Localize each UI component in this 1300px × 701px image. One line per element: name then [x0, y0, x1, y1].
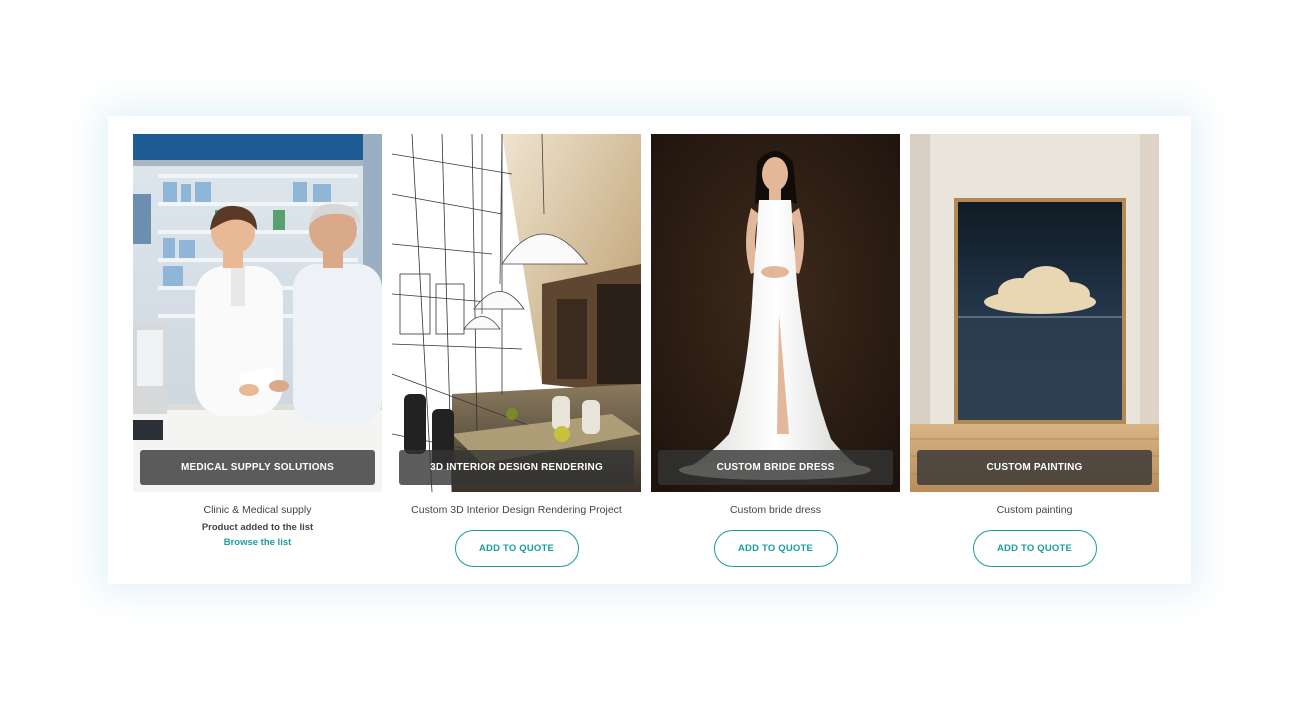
product-category-label: 3D INTERIOR DESIGN RENDERING [399, 450, 634, 485]
product-card-bride-dress: CUSTOM BRIDE DRESS Custom bride dress AD… [651, 134, 900, 567]
pharmacy-photo [133, 134, 382, 492]
product-grid-panel: MEDICAL SUPPLY SOLUTIONS Clinic & Medica… [108, 116, 1191, 584]
product-category-label: CUSTOM BRIDE DRESS [658, 450, 893, 485]
add-to-quote-button[interactable]: ADD TO QUOTE [713, 530, 838, 567]
added-to-list-notice: Product added to the list [201, 522, 314, 533]
add-to-quote-button[interactable]: ADD TO QUOTE [454, 530, 579, 567]
product-title[interactable]: Custom painting [910, 504, 1159, 516]
product-category-label: MEDICAL SUPPLY SOLUTIONS [140, 450, 375, 485]
product-title[interactable]: Custom bride dress [651, 504, 900, 516]
product-image-link[interactable]: CUSTOM PAINTING [910, 134, 1159, 492]
product-image-link[interactable]: 3D INTERIOR DESIGN RENDERING [392, 134, 641, 492]
product-title[interactable]: Clinic & Medical supply [133, 504, 382, 516]
add-to-quote-button[interactable]: ADD TO QUOTE [972, 530, 1097, 567]
product-category-label: CUSTOM PAINTING [917, 450, 1152, 485]
product-image-link[interactable]: MEDICAL SUPPLY SOLUTIONS [133, 134, 382, 492]
product-card-medical-supply: MEDICAL SUPPLY SOLUTIONS Clinic & Medica… [133, 134, 382, 548]
bride-dress-photo [651, 134, 900, 492]
page: MEDICAL SUPPLY SOLUTIONS Clinic & Medica… [0, 0, 1300, 701]
browse-list-link[interactable]: Browse the list [133, 537, 382, 548]
framed-painting-photo [910, 134, 1159, 492]
product-card-custom-painting: CUSTOM PAINTING Custom painting ADD TO Q… [910, 134, 1159, 567]
interior-render-photo [392, 134, 641, 492]
product-card-interior-rendering: 3D INTERIOR DESIGN RENDERING Custom 3D I… [392, 134, 641, 567]
product-title[interactable]: Custom 3D Interior Design Rendering Proj… [392, 504, 641, 516]
product-image-link[interactable]: CUSTOM BRIDE DRESS [651, 134, 900, 492]
